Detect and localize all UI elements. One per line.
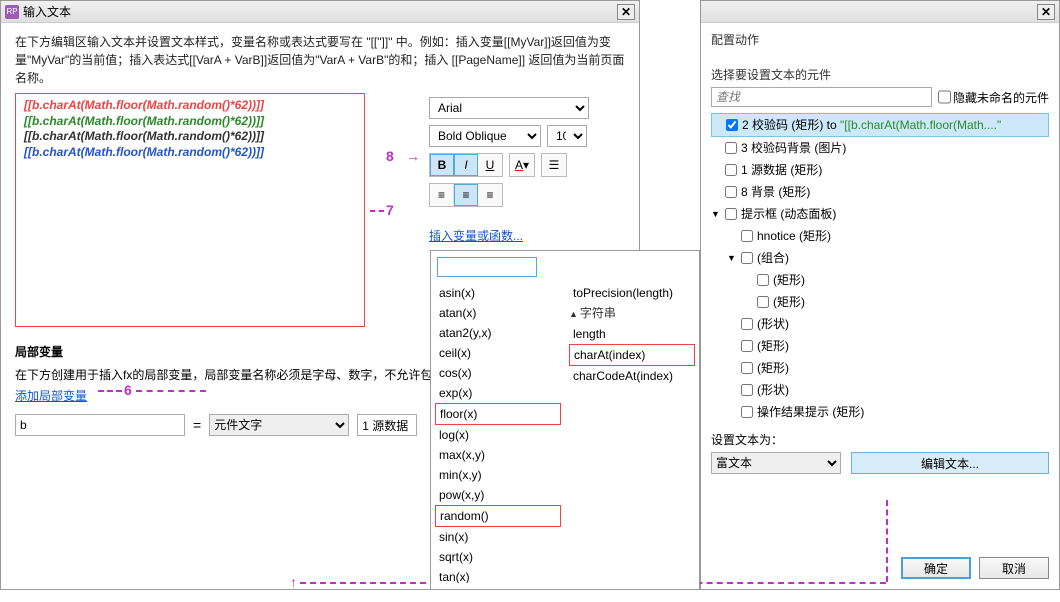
align-right-button[interactable]: ≡ bbox=[478, 184, 502, 206]
tree-node[interactable]: ▼ (组合) bbox=[711, 247, 1049, 269]
help-text: 在下方编辑区输入文本并设置文本样式，变量名称或表达式要写在 "[["]]" 中。… bbox=[1, 23, 639, 93]
fn-item[interactable]: exp(x) bbox=[435, 383, 561, 403]
text-type-select[interactable]: 富文本 bbox=[711, 452, 841, 474]
fn-item[interactable]: max(x,y) bbox=[435, 445, 561, 465]
set-text-label: 设置文本为： bbox=[711, 431, 1049, 448]
text-style-group: B I U bbox=[429, 153, 503, 177]
fn-item[interactable]: random() bbox=[435, 505, 561, 527]
find-row: 隐藏未命名的元件 bbox=[701, 87, 1059, 113]
tree-node[interactable]: 操作结果提示 (矩形) bbox=[711, 401, 1049, 423]
add-local-var-link[interactable]: 添加局部变量 bbox=[15, 389, 87, 403]
list-button-group: ☰ bbox=[541, 153, 567, 177]
editor-line: [[b.charAt(Math.floor(Math.random()*62))… bbox=[24, 145, 356, 161]
fn-item[interactable]: atan(x) bbox=[435, 303, 561, 323]
fn-item[interactable]: charCodeAt(index) bbox=[569, 366, 695, 386]
widget-tree[interactable]: 2 校验码 (矩形) to "[[b.charAt(Math.floor(Mat… bbox=[701, 113, 1059, 423]
equals-label: = bbox=[193, 417, 201, 433]
fn-category[interactable]: ▲字符串 bbox=[569, 303, 695, 324]
close-icon[interactable]: ✕ bbox=[1037, 4, 1055, 20]
set-text-row: 设置文本为： 富文本 编辑文本... bbox=[701, 423, 1059, 474]
dash-line bbox=[886, 500, 888, 582]
select-widget-label: 选择要设置文本的元件 bbox=[701, 52, 1059, 87]
ok-button[interactable]: 确定 bbox=[901, 557, 971, 579]
function-popup: asin(x)atan(x)atan2(y,x)ceil(x)cos(x)exp… bbox=[430, 250, 700, 590]
bullet-list-button[interactable]: ☰ bbox=[542, 154, 566, 176]
fn-item[interactable]: sin(x) bbox=[435, 527, 561, 547]
font-color-button[interactable]: A▾ bbox=[510, 154, 534, 176]
format-panel: Arial Bold Oblique 10.6 B I U A▾ ☰ ≡ ≡ ≡ bbox=[429, 97, 599, 250]
italic-button[interactable]: I bbox=[454, 154, 478, 176]
underline-button[interactable]: U bbox=[478, 154, 502, 176]
close-icon[interactable]: ✕ bbox=[617, 4, 635, 20]
fn-item[interactable]: ceil(x) bbox=[435, 343, 561, 363]
tree-node[interactable]: (矩形) bbox=[711, 291, 1049, 313]
fn-item[interactable]: cos(x) bbox=[435, 363, 561, 383]
var-source-field[interactable]: 1 源数据 bbox=[357, 414, 417, 436]
tree-node[interactable]: (形状) bbox=[711, 313, 1049, 335]
hide-unnamed-checkbox[interactable]: 隐藏未命名的元件 bbox=[938, 87, 1049, 107]
tree-node[interactable]: 3 校验码背景 (图片) bbox=[711, 137, 1049, 159]
editor-line: [[b.charAt(Math.floor(Math.random()*62))… bbox=[24, 114, 356, 130]
align-center-button[interactable]: ≡ bbox=[454, 184, 478, 206]
tree-node[interactable]: (形状) bbox=[711, 379, 1049, 401]
bold-button[interactable]: B bbox=[430, 154, 454, 176]
fn-item[interactable]: charAt(index) bbox=[569, 344, 695, 366]
tree-node[interactable]: 8 背景 (矩形) bbox=[711, 181, 1049, 203]
fn-list-right[interactable]: toPrecision(length)▲字符串lengthcharAt(inde… bbox=[565, 283, 699, 583]
dialog-buttons: 确定 取消 bbox=[901, 557, 1049, 579]
rich-text-editor[interactable]: [[b.charAt(Math.floor(Math.random()*62))… bbox=[15, 93, 365, 327]
config-action-dialog: ✕ 配置动作 选择要设置文本的元件 隐藏未命名的元件 2 校验码 (矩形) to… bbox=[700, 0, 1060, 590]
fn-item[interactable]: pow(x,y) bbox=[435, 485, 561, 505]
dash-line bbox=[98, 390, 122, 392]
app-icon: RP bbox=[5, 5, 19, 19]
tree-node[interactable]: (矩形) bbox=[711, 335, 1049, 357]
fn-item[interactable]: min(x,y) bbox=[435, 465, 561, 485]
fn-item[interactable]: floor(x) bbox=[435, 403, 561, 425]
fn-item[interactable]: log(x) bbox=[435, 425, 561, 445]
font-size-select[interactable]: 10.6 bbox=[547, 125, 587, 147]
fn-list-left[interactable]: asin(x)atan(x)atan2(y,x)ceil(x)cos(x)exp… bbox=[431, 283, 565, 583]
fn-item[interactable]: length bbox=[569, 324, 695, 344]
var-type-select[interactable]: 元件文字 bbox=[209, 414, 349, 436]
config-action-label: 配置动作 bbox=[701, 23, 1059, 52]
align-group: ≡ ≡ ≡ bbox=[429, 183, 503, 207]
cancel-button[interactable]: 取消 bbox=[979, 557, 1049, 579]
dialog-title: 输入文本 bbox=[23, 3, 617, 20]
title-bar-right: ✕ bbox=[701, 1, 1059, 23]
editor-line: [[b.charAt(Math.floor(Math.random()*62))… bbox=[24, 98, 356, 114]
dash-line bbox=[676, 582, 886, 584]
dash-line bbox=[370, 210, 384, 212]
tree-node[interactable]: hnotice (矩形) bbox=[711, 225, 1049, 247]
align-left-button[interactable]: ≡ bbox=[430, 184, 454, 206]
find-input[interactable] bbox=[711, 87, 932, 107]
title-bar: RP 输入文本 ✕ bbox=[1, 1, 639, 23]
font-family-select[interactable]: Arial bbox=[429, 97, 589, 119]
tree-node[interactable]: (矩形) bbox=[711, 269, 1049, 291]
dash-line bbox=[136, 390, 206, 392]
font-weight-select[interactable]: Bold Oblique bbox=[429, 125, 541, 147]
tree-node[interactable]: 1 源数据 (矩形) bbox=[711, 159, 1049, 181]
edit-text-button[interactable]: 编辑文本... bbox=[851, 452, 1049, 474]
fn-item[interactable]: sqrt(x) bbox=[435, 547, 561, 567]
fn-item[interactable]: atan2(y,x) bbox=[435, 323, 561, 343]
tree-node[interactable]: 2 校验码 (矩形) to "[[b.charAt(Math.floor(Mat… bbox=[711, 113, 1049, 137]
fn-search-input[interactable] bbox=[437, 257, 537, 277]
font-color-group: A▾ bbox=[509, 153, 535, 177]
fn-item[interactable]: asin(x) bbox=[435, 283, 561, 303]
insert-variable-link[interactable]: 插入变量或函数... bbox=[429, 227, 523, 244]
editor-line: [[b.charAt(Math.floor(Math.random()*62))… bbox=[24, 129, 356, 145]
fn-item[interactable]: toPrecision(length) bbox=[569, 283, 695, 303]
tree-node[interactable]: (矩形) bbox=[711, 357, 1049, 379]
var-name-input[interactable] bbox=[15, 414, 185, 436]
tree-node[interactable]: ▼ 提示框 (动态面板) bbox=[711, 203, 1049, 225]
fn-item[interactable]: tan(x) bbox=[435, 567, 561, 583]
